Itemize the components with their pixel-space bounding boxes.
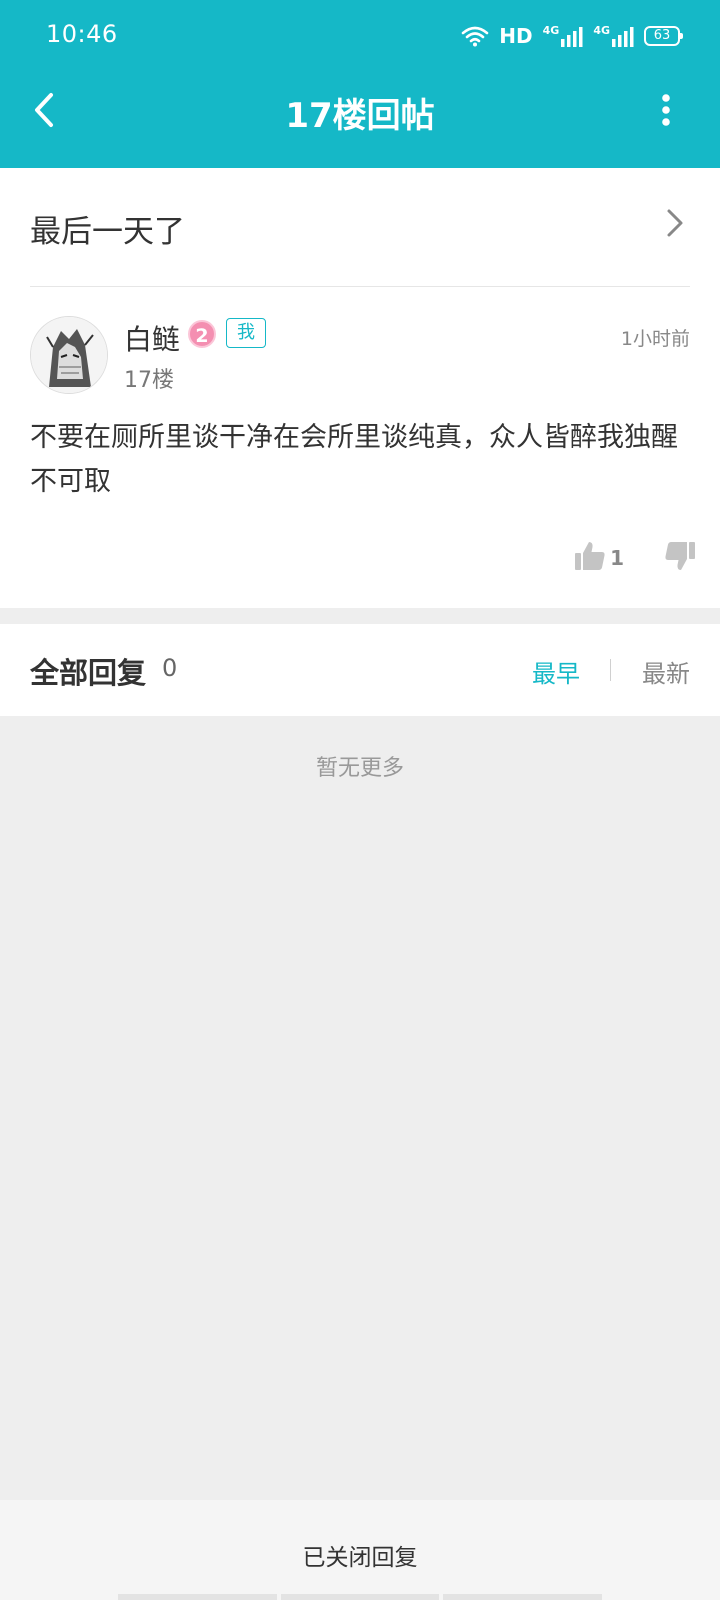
post-time: 1小时前 (620, 328, 690, 350)
top-bar: 10:46 HD 4G 4G 63 17楼回帖 (0, 0, 720, 168)
dislike-button[interactable] (664, 540, 696, 576)
network-type: 4G (542, 24, 560, 37)
chevron-right-icon (666, 208, 684, 242)
header: 17楼回帖 (0, 72, 720, 168)
nav-indicator-segment (280, 1594, 440, 1600)
wifi-icon (461, 25, 489, 47)
hd-label: HD (499, 24, 533, 48)
status-icons: HD 4G 4G 63 (461, 22, 683, 50)
more-vertical-icon (661, 94, 671, 130)
post-card: 最后一天了 白鲢 2 我 17楼 1小时前 不要在厕所里谈干净在会所里谈纯真，众… (0, 168, 720, 608)
thumbs-down-icon (664, 542, 696, 576)
avatar-illustration (31, 317, 107, 393)
reply-closed-notice: 已关闭回复 (302, 1545, 418, 1571)
nav-indicator-segment (118, 1594, 277, 1600)
thread-link[interactable]: 最后一天了 (30, 168, 690, 287)
empty-state-text: 暂无更多 (315, 756, 404, 781)
author-row: 白鲢 2 我 17楼 1小时前 (30, 316, 690, 398)
more-options-button[interactable] (652, 88, 680, 136)
status-time: 10:46 (46, 20, 118, 48)
status-bar: 10:46 HD 4G 4G 63 (0, 0, 720, 72)
like-button[interactable]: 1 (574, 540, 624, 576)
signal-icon-2: 4G (593, 25, 634, 47)
level-badge: 2 (188, 320, 216, 348)
post-content: 不要在厕所里谈干净在会所里谈纯真，众人皆醉我独醒不可取 (30, 422, 678, 497)
replies-label: 全部回复 (30, 656, 147, 690)
network-type-2: 4G (593, 24, 610, 37)
vote-row: 1 (574, 538, 696, 578)
replies-header: 全部回复 0 最早 最新 (0, 624, 720, 716)
thread-title: 最后一天了 (30, 214, 185, 250)
thumbs-up-icon (574, 540, 606, 576)
sort-latest-tab[interactable]: 最新 (642, 654, 690, 689)
author-name[interactable]: 白鲢 (124, 318, 180, 358)
nav-indicator-segment (443, 1594, 603, 1600)
avatar[interactable] (30, 316, 108, 394)
page-title: 17楼回帖 (285, 96, 435, 136)
signal-icon: 4G (543, 25, 584, 47)
bottom-bar: 已关闭回复 (0, 1500, 720, 1600)
replies-count: 0 (162, 654, 178, 682)
me-tag: 我 (226, 318, 266, 348)
sort-divider (610, 659, 611, 681)
sort-earliest-tab[interactable]: 最早 (532, 654, 580, 689)
like-count: 1 (610, 546, 624, 570)
floor-label: 17楼 (124, 368, 174, 393)
nav-indicator (118, 1594, 603, 1600)
battery-icon: 63 (644, 26, 683, 46)
